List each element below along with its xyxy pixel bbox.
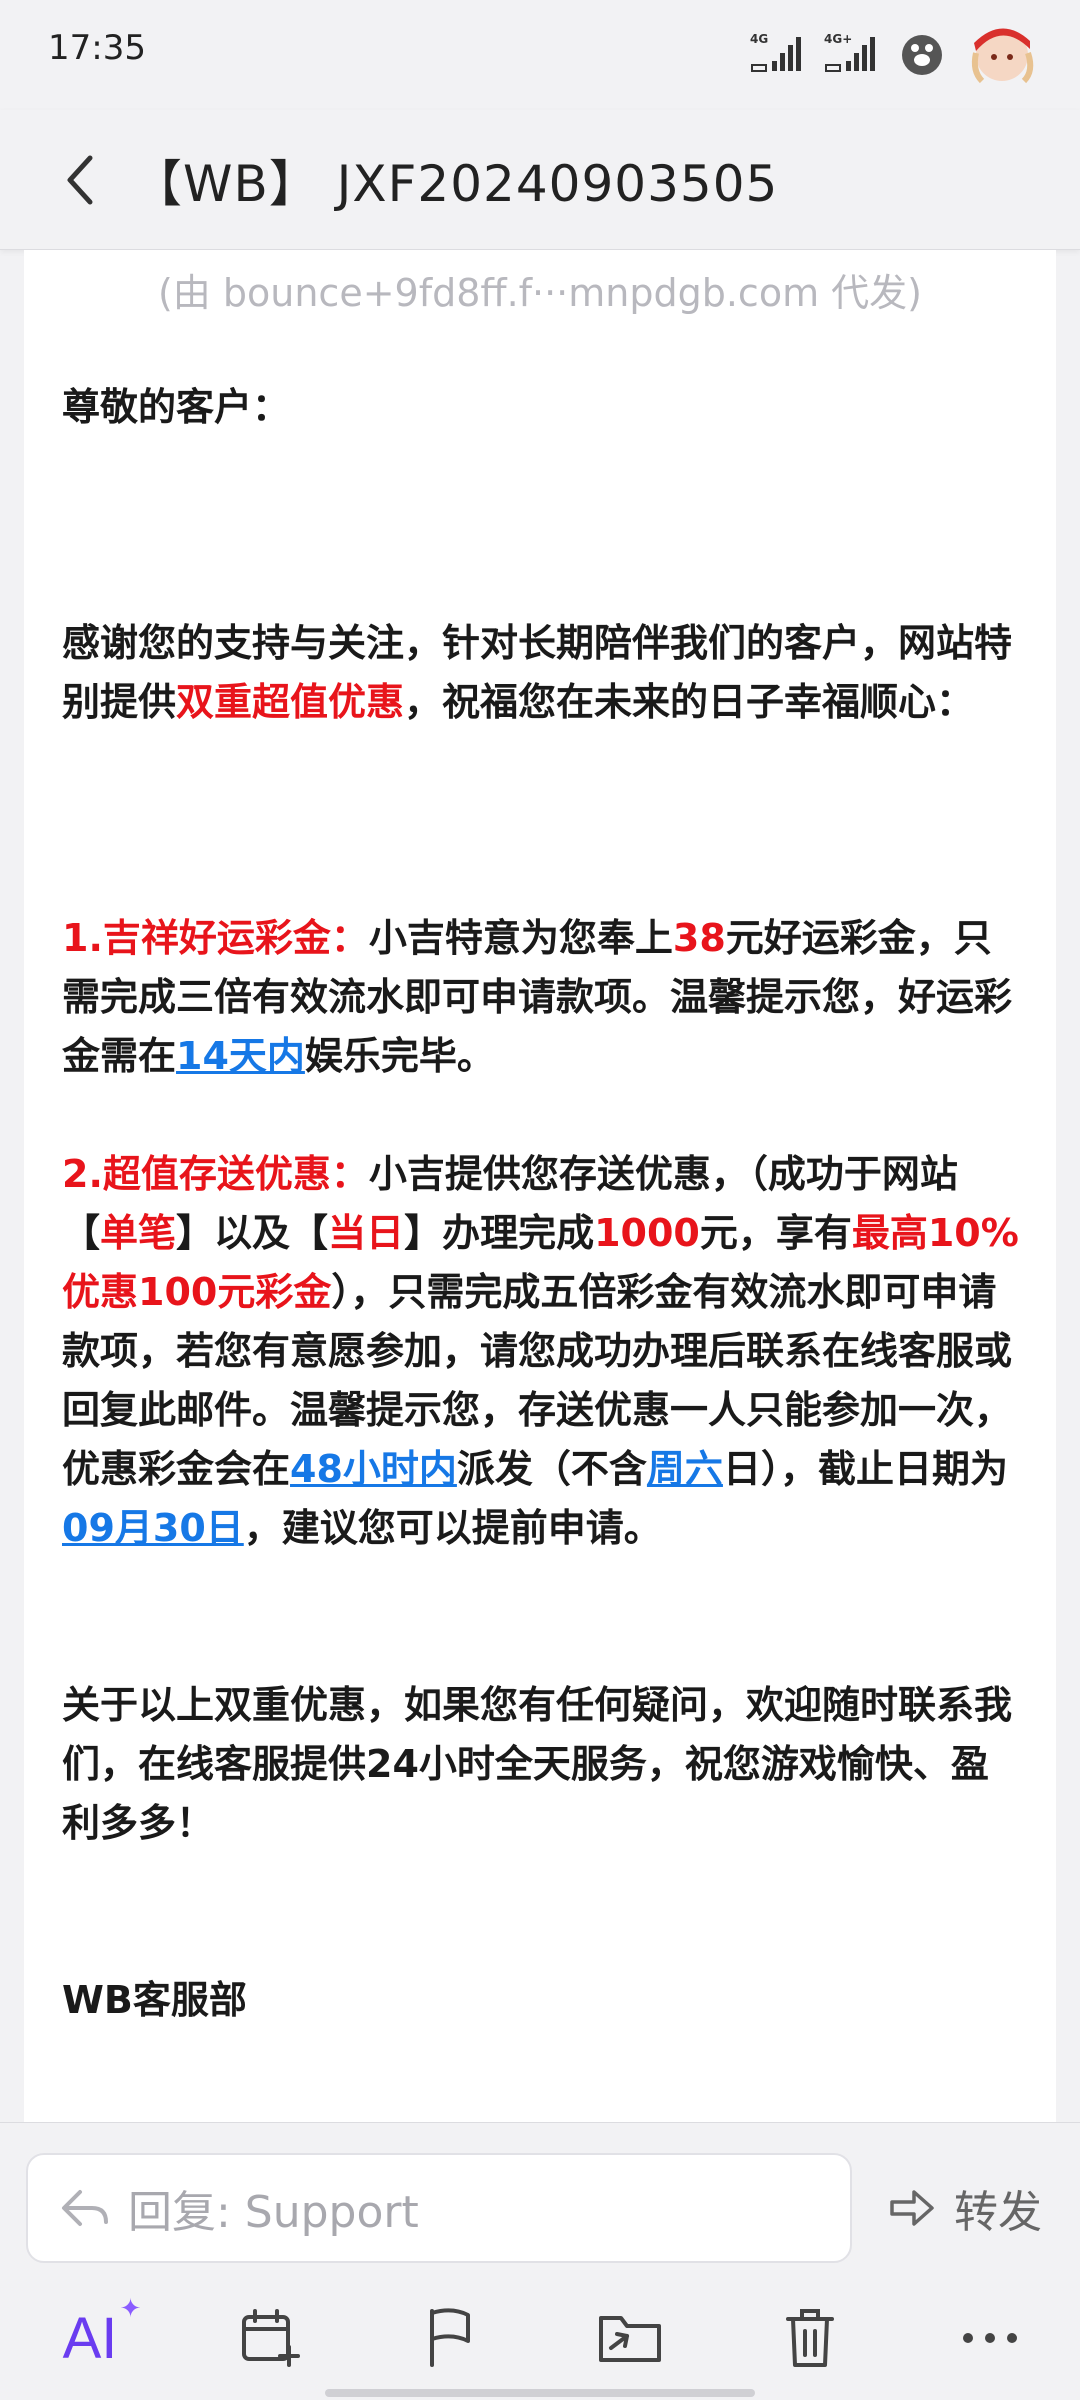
back-button[interactable] [40,140,120,220]
reply-input[interactable]: 回复: Support [26,2153,852,2263]
add-to-calendar-button[interactable] [215,2293,325,2383]
greeting: 尊敬的客户： [62,385,291,429]
email-body-card: (由 bounce+9fd8ff.f···mnpdgb.com 代发) 尊敬的客… [24,250,1056,2122]
offer2-paragraph: 2.超值存送优惠：小吉提供您存送优惠，（成功于网站【单笔】以及【当日】办理完成1… [62,1152,1019,1550]
deadline-date-link[interactable]: 09月30日 [62,1506,244,1550]
reply-icon [62,2190,108,2226]
highlight-double-offer: 双重超值优惠 [176,680,405,724]
status-icons: 4G 4G+ [750,18,1040,88]
paw-icon [902,35,942,75]
sender-note: (由 bounce+9fd8ff.f···mnpdgb.com 代发) [157,271,922,315]
move-icon [599,2316,661,2362]
4g-signal-icon: 4G [750,32,801,72]
ai-button[interactable]: AI ✦ [35,2293,145,2383]
chevron-left-icon [67,155,93,205]
email-header: 【WB】 JXF20240903505 [0,110,1080,250]
status-time: 17:35 [48,28,146,68]
svg-text:4G+: 4G+ [824,32,852,46]
email-toolbar: AI ✦ [0,2293,1080,2383]
offer1-title: 1.吉祥好运彩金： [62,916,369,960]
ai-icon: AI ✦ [62,2292,142,2371]
closing-paragraph: 关于以上双重优惠，如果您有任何疑问，欢迎随时联系我们，在线客服提供24小时全天服… [62,1683,1013,1845]
avatar-icon [971,28,1034,84]
single-deposit-label: 单笔 [100,1211,177,1255]
delete-button[interactable] [755,2293,865,2383]
same-day-label: 当日 [328,1211,405,1255]
offer1-paragraph: 1.吉祥好运彩金：小吉特意为您奉上38元好运彩金，只需完成三倍有效流水即可申请款… [62,916,1013,1078]
email-body: 尊敬的客户： 感谢您的支持与关注，针对长期陪伴我们的客户，网站特别提供双重超值优… [62,378,1022,2030]
signature: WB客服部 [62,1978,247,2022]
offer2-title: 2.超值存送优惠： [62,1152,369,1196]
deadline-14-days-link[interactable]: 14天内 [176,1034,305,1078]
calendar-add-icon [242,2309,300,2367]
intro-paragraph: 感谢您的支持与关注，针对长期陪伴我们的客户，网站特别提供双重超值优惠，祝福您在未… [62,621,1013,724]
home-indicator[interactable] [325,2389,755,2397]
4g-plus-signal-icon: 4G+ [824,32,875,72]
more-icon [963,2333,1017,2343]
move-button[interactable] [575,2293,685,2383]
forward-icon [890,2190,934,2226]
flag-button[interactable] [395,2293,505,2383]
offer1-amount: 38 [672,916,726,960]
status-bar: 17:35 4G 4G+ [0,0,1080,110]
svg-text:4G: 4G [750,32,768,46]
offer2-amount: 1000 [594,1211,700,1255]
bottom-action-area: 回复: Support 转发 AI ✦ [0,2122,1080,2400]
forward-button[interactable]: 转发 [888,2163,1042,2253]
trash-icon [786,2309,834,2367]
flag-icon [430,2308,470,2367]
forward-label: 转发 [954,2187,1042,2238]
email-subject: 【WB】 JXF20240903505 [132,155,779,213]
reply-placeholder: 回复: Support [128,2187,419,2238]
within-48-hours-link[interactable]: 48小时内 [290,1447,457,1491]
more-button[interactable] [935,2293,1045,2383]
saturday-link[interactable]: 周六 [647,1447,723,1491]
